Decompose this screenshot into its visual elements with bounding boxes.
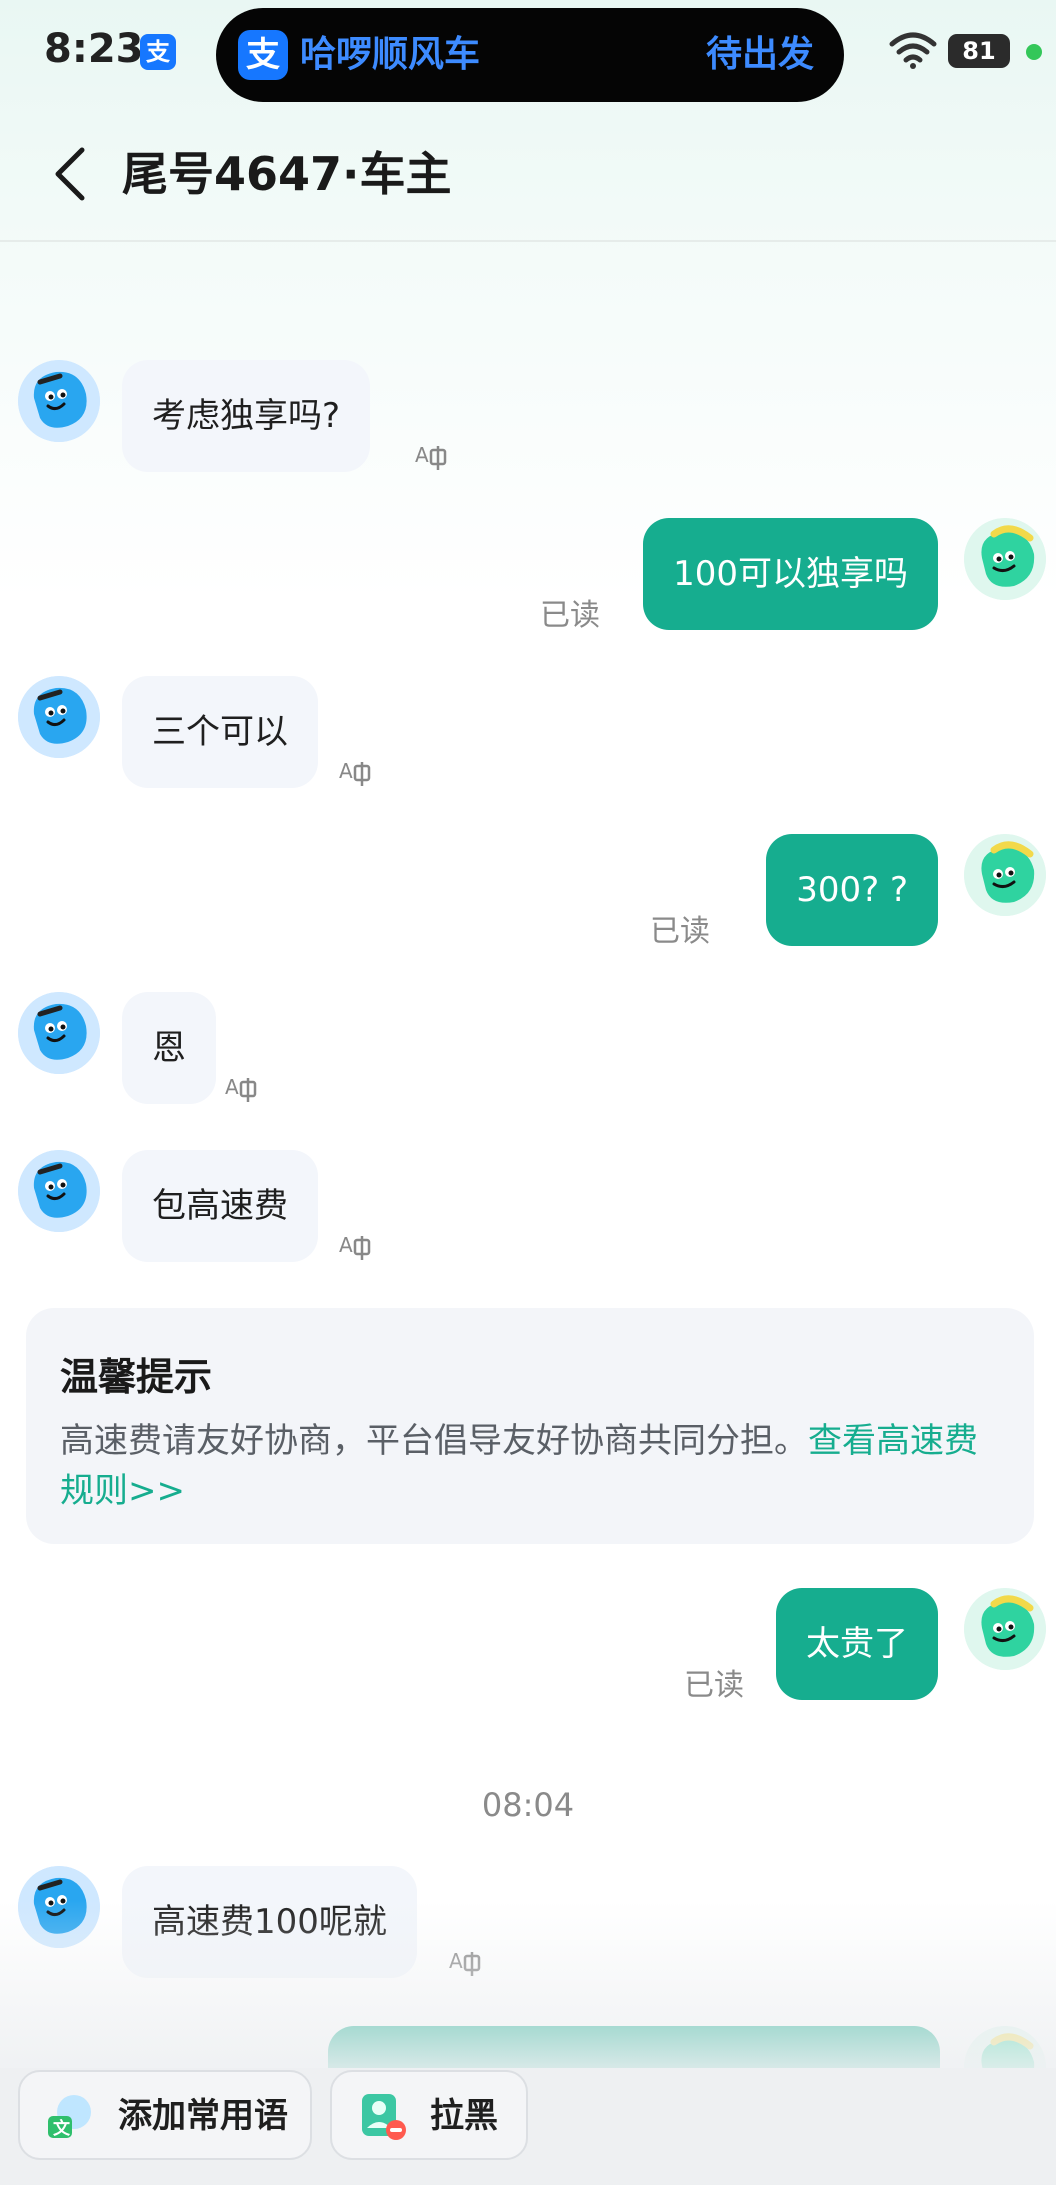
message-bubble-incoming[interactable]: 三个可以 [122, 676, 318, 788]
message-bubble-outgoing[interactable]: 100可以独享吗 [643, 518, 938, 630]
passenger-avatar-icon[interactable] [964, 834, 1046, 916]
message-bubble-outgoing[interactable]: 300? ? [766, 834, 938, 946]
driver-avatar-icon[interactable] [18, 360, 100, 442]
read-status: 已读 [540, 598, 600, 633]
highway-fee-tip-card: 温馨提示 高速费请友好协商，平台倡导友好协商共同分担。查看高速费规则>> [26, 1308, 1034, 1544]
island-app-name: 哈啰顺风车 [300, 34, 481, 75]
status-bar: 8:23 支 支 哈啰顺风车 待出发 81 [0, 0, 1056, 108]
bottom-fade [0, 1900, 1056, 2070]
svg-text:A: A [415, 443, 429, 467]
translate-icon[interactable]: A [224, 1072, 260, 1108]
block-user-label: 拉黑 [430, 2096, 498, 2136]
driver-avatar-icon[interactable] [18, 676, 100, 758]
add-phrase-icon: 文 [48, 2095, 91, 2139]
svg-text:A: A [339, 1233, 353, 1257]
tip-title: 温馨提示 [60, 1355, 213, 1399]
add-phrase-button[interactable]: 文 添加常用语 [18, 2070, 312, 2160]
status-time: 8:23 [44, 26, 144, 72]
block-user-icon [362, 2094, 406, 2140]
message-bubble-incoming[interactable]: 考虑独享吗? [122, 360, 371, 472]
translate-icon[interactable]: A [338, 1230, 374, 1266]
alipay-logo-icon: 支 [238, 30, 288, 80]
island-trip-status: 待出发 [705, 34, 814, 75]
message-bubble-incoming[interactable]: 包高速费 [122, 1150, 318, 1262]
block-user-button[interactable]: 拉黑 [330, 2070, 528, 2160]
wifi-icon [889, 32, 937, 69]
message-bubble-incoming[interactable]: 恩 [122, 992, 216, 1104]
tip-body: 高速费请友好协商，平台倡导友好协商共同分担。查看高速费规则>> [60, 1416, 1010, 1516]
message-bubble-outgoing[interactable]: 太贵了 [776, 1588, 938, 1700]
svg-text:文: 文 [53, 2118, 71, 2139]
tip-text: 高速费请友好协商，平台倡导友好协商共同分担。 [60, 1421, 808, 1461]
page-title: 尾号4647·车主 [122, 147, 452, 201]
translate-icon[interactable]: A [338, 756, 374, 792]
read-status: 已读 [650, 914, 710, 949]
privacy-indicator-dot [1026, 44, 1042, 60]
add-phrase-label: 添加常用语 [118, 2096, 288, 2136]
read-status: 已读 [684, 1668, 744, 1703]
driver-avatar-icon[interactable] [18, 992, 100, 1074]
translate-icon[interactable]: A [414, 440, 450, 476]
passenger-avatar-icon[interactable] [964, 518, 1046, 600]
svg-text:A: A [339, 759, 353, 783]
message-timestamp: 08:04 [481, 1786, 575, 1824]
passenger-avatar-icon[interactable] [964, 1588, 1046, 1670]
battery-icon: 81 [948, 34, 1010, 68]
alipay-icon: 支 [140, 34, 176, 70]
back-arrow-icon[interactable] [46, 144, 106, 204]
dynamic-island-activity[interactable]: 支 哈啰顺风车 待出发 [216, 8, 844, 102]
chat-header: 尾号4647·车主 [0, 108, 1056, 242]
svg-text:A: A [225, 1075, 239, 1099]
driver-avatar-icon[interactable] [18, 1150, 100, 1232]
